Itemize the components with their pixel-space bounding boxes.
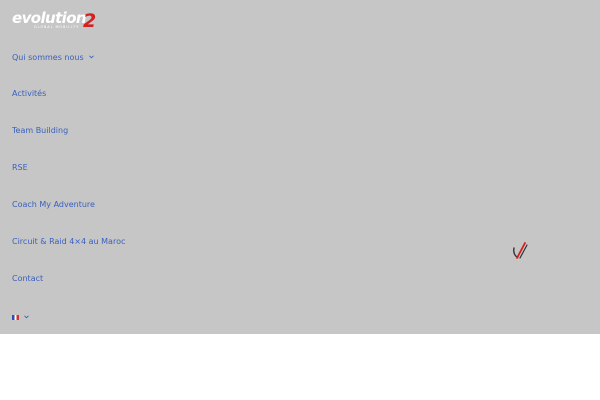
- chevron-down-icon: [88, 52, 94, 62]
- chevron-down-icon: [24, 312, 29, 322]
- logo-number: 2: [83, 10, 97, 32]
- menu-item-label: Qui sommes nous: [12, 53, 84, 62]
- menu-item-activites[interactable]: Activités: [12, 89, 46, 99]
- menu-item-label: Circuit & Raid 4×4 au Maroc: [12, 237, 126, 246]
- menu-item-contact[interactable]: Contact: [12, 274, 43, 284]
- menu-item-qui-sommes-nous[interactable]: Qui sommes nous: [12, 52, 94, 63]
- close-icon: [513, 242, 528, 259]
- language-switcher[interactable]: [12, 312, 29, 323]
- menu-item-rse[interactable]: RSE: [12, 163, 28, 173]
- mobile-menu-overlay: [0, 0, 600, 334]
- close-menu-button[interactable]: [510, 240, 530, 260]
- logo-wordmark: evolution: [12, 9, 87, 27]
- menu-item-team-building[interactable]: Team Building: [12, 126, 68, 136]
- menu-item-label: RSE: [12, 163, 28, 172]
- menu-item-coach-my-adventure[interactable]: Coach My Adventure: [12, 200, 95, 210]
- menu-item-label: Coach My Adventure: [12, 200, 95, 209]
- logo-tagline: GLOBAL MOBILITY: [34, 25, 80, 29]
- menu-item-label: Team Building: [12, 126, 69, 135]
- menu-item-label: Activités: [12, 89, 47, 98]
- site-logo[interactable]: evolution 2 GLOBAL MOBILITY: [12, 10, 96, 32]
- fr-flag-icon: [12, 315, 19, 320]
- menu-item-label: Contact: [12, 274, 44, 283]
- menu-item-circuit-raid-maroc[interactable]: Circuit & Raid 4×4 au Maroc: [12, 237, 125, 247]
